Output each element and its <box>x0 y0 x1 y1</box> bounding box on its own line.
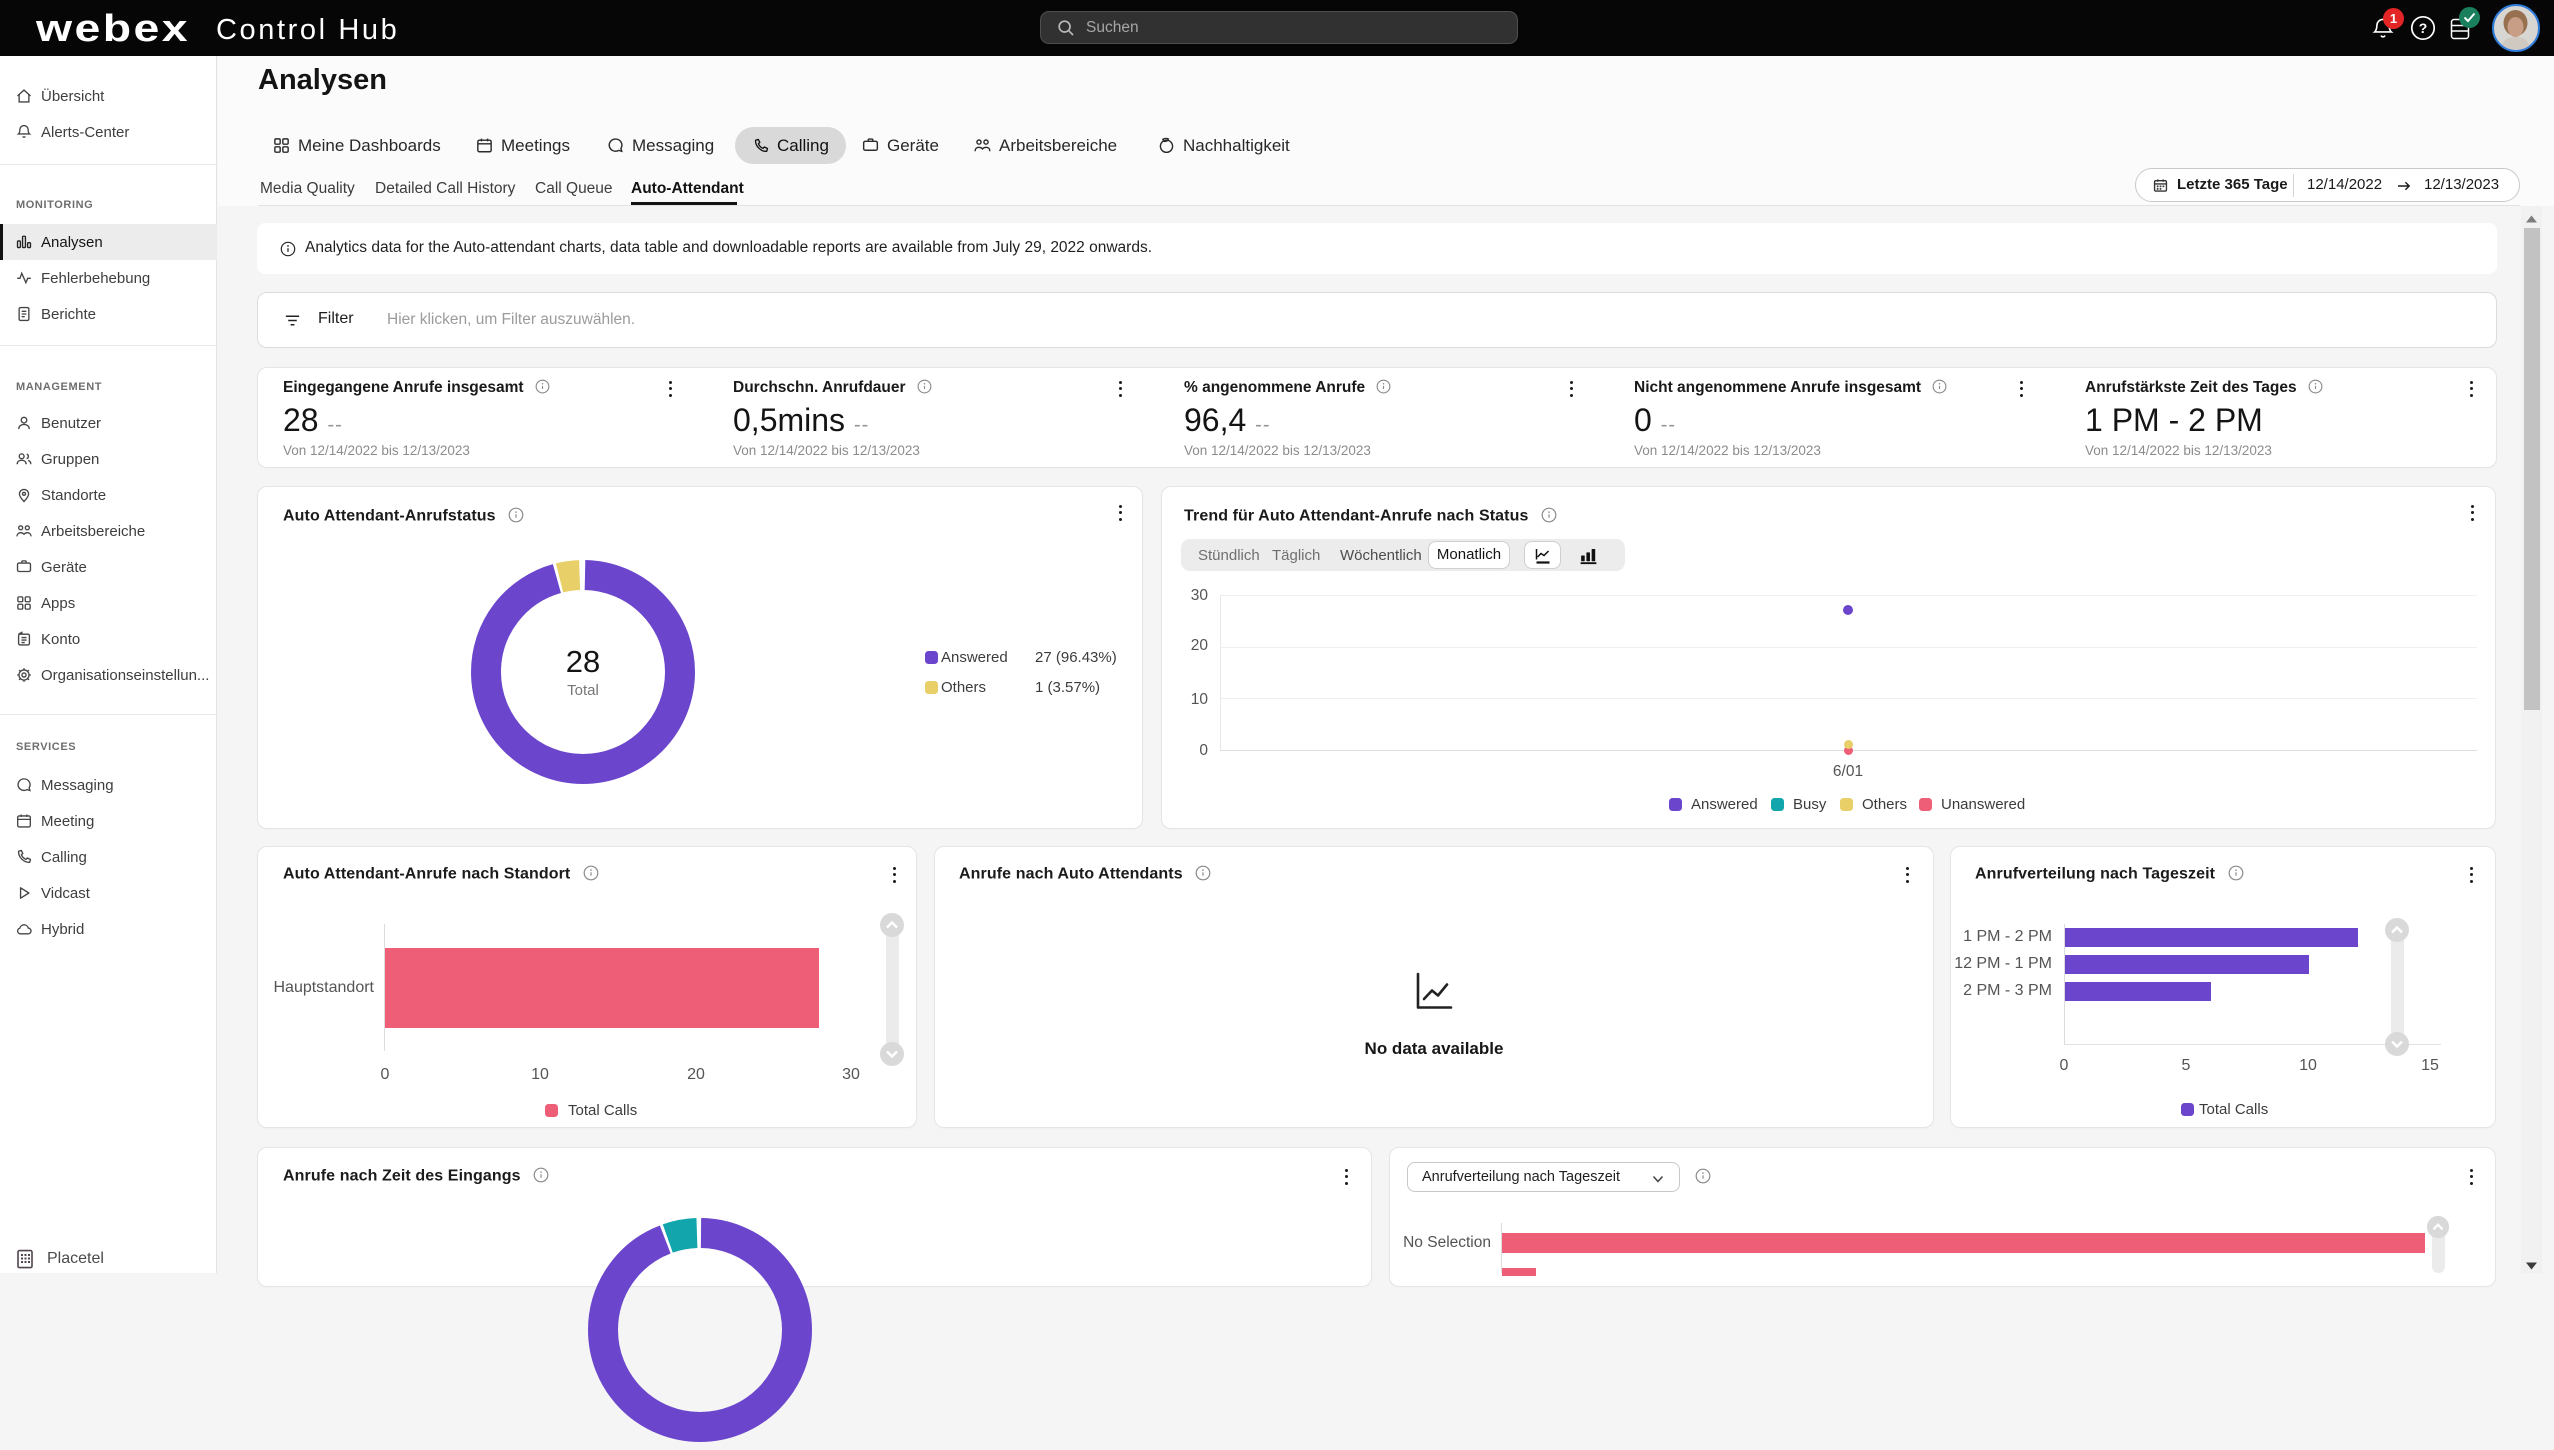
svg-text:?: ? <box>2419 20 2428 36</box>
